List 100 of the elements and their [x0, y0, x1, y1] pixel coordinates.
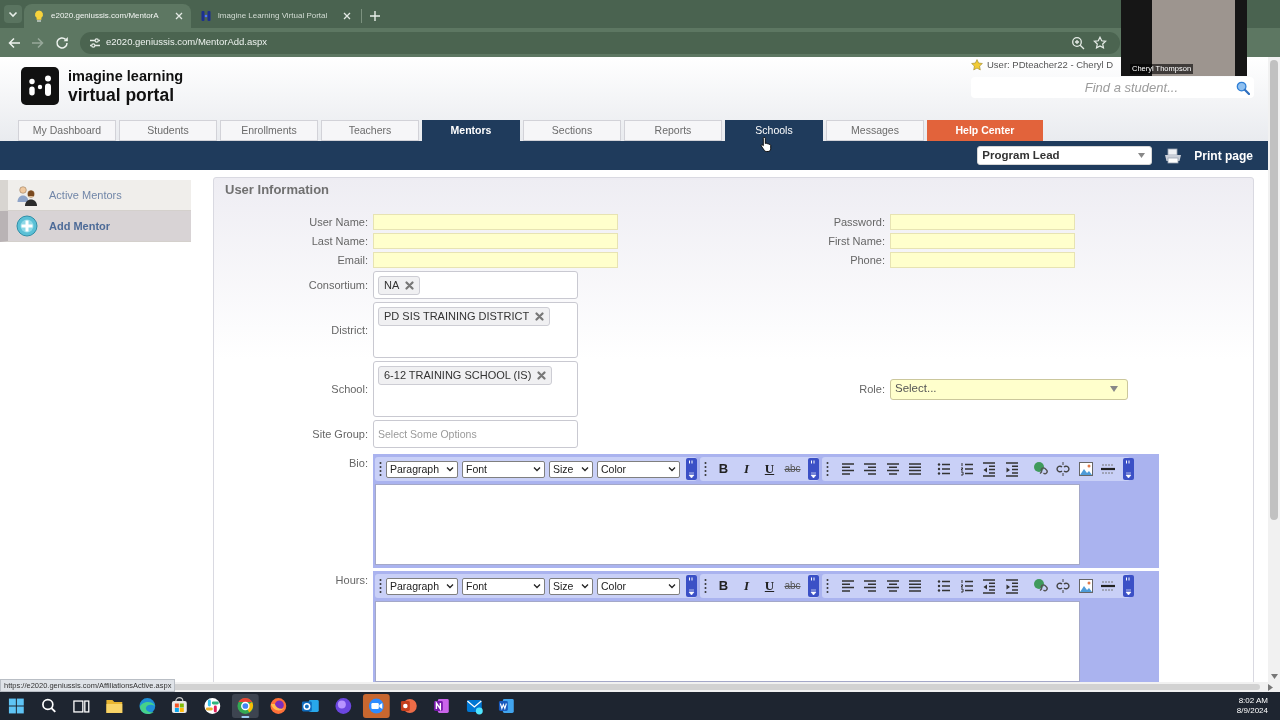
- toolbar-dropdown[interactable]: Font: [462, 460, 545, 478]
- toolbar-dropdown[interactable]: Font: [462, 577, 545, 595]
- user-role-dropdown[interactable]: Program Lead: [977, 146, 1153, 165]
- toolbar-dropdown[interactable]: Paragraph: [386, 460, 458, 478]
- plus-icon[interactable]: [370, 11, 381, 21]
- browser-tab[interactable]: e2020.geniussis.com/MentorA: [24, 4, 191, 28]
- italic-button[interactable]: I: [736, 576, 757, 596]
- unlink-icon[interactable]: [1055, 461, 1071, 477]
- scroll-right-arrow-icon[interactable]: [1268, 683, 1273, 691]
- bold-button[interactable]: B: [713, 576, 734, 596]
- text-field[interactable]: [890, 252, 1075, 268]
- toolbar-dropdown[interactable]: Size: [549, 460, 593, 478]
- image-icon[interactable]: [1077, 461, 1094, 477]
- outdent-icon[interactable]: [981, 461, 997, 477]
- text-field[interactable]: [373, 252, 618, 268]
- close-icon[interactable]: [405, 281, 415, 290]
- bookmark-star-icon[interactable]: [1093, 35, 1107, 50]
- nav-tab[interactable]: Mentors: [422, 120, 520, 141]
- strikethrough-button[interactable]: abc: [782, 576, 803, 596]
- toolbar-overflow-icon[interactable]: [1122, 575, 1134, 597]
- bold-button[interactable]: B: [713, 459, 734, 479]
- toolbar-overflow-icon[interactable]: [808, 458, 819, 480]
- multi-select-field[interactable]: 6-12 TRAINING SCHOOL (IS): [373, 361, 578, 417]
- underline-button[interactable]: U: [759, 576, 780, 596]
- italic-button[interactable]: I: [736, 459, 757, 479]
- multi-select-field[interactable]: PD SIS TRAINING DISTRICT: [373, 302, 578, 358]
- align-right-icon[interactable]: [862, 578, 878, 594]
- bullet-list-icon[interactable]: [936, 578, 952, 594]
- close-icon[interactable]: [535, 312, 545, 321]
- align-center-icon[interactable]: [884, 578, 901, 594]
- text-field[interactable]: [373, 214, 618, 230]
- sidebar-item[interactable]: Add Mentor: [0, 211, 191, 242]
- grip-icon[interactable]: [379, 461, 382, 477]
- field-label: District:: [331, 323, 368, 337]
- indent-icon[interactable]: [1003, 461, 1020, 477]
- scrollbar-thumb[interactable]: [1270, 60, 1278, 520]
- nav-tab[interactable]: Sections: [523, 120, 621, 141]
- outdent-icon[interactable]: [981, 578, 997, 594]
- logo-icon: [21, 67, 59, 105]
- zoom-in-icon[interactable]: [1071, 35, 1085, 50]
- nav-tab[interactable]: Students: [119, 120, 217, 141]
- bullet-list-icon[interactable]: [936, 461, 952, 477]
- link-icon[interactable]: [1032, 461, 1049, 477]
- align-left-icon[interactable]: [839, 578, 856, 594]
- grip-icon[interactable]: [704, 461, 707, 477]
- align-left-icon[interactable]: [839, 461, 856, 477]
- text-field[interactable]: [373, 233, 618, 249]
- toolbar-overflow-icon[interactable]: [1122, 458, 1134, 480]
- grip-icon[interactable]: [704, 578, 707, 594]
- toolbar-dropdown[interactable]: Color: [597, 577, 680, 595]
- field-label: Consortium:: [308, 278, 368, 292]
- chip-label: PD SIS TRAINING DISTRICT: [384, 310, 530, 323]
- scroll-down-arrow-icon[interactable]: [1270, 674, 1278, 679]
- horizontal-rule-icon[interactable]: [1100, 461, 1116, 477]
- grip-icon[interactable]: [379, 578, 382, 594]
- link-icon[interactable]: [1032, 578, 1049, 594]
- toolbar-overflow-icon[interactable]: [686, 575, 697, 597]
- reload-icon[interactable]: [55, 35, 69, 50]
- printer-icon: [1163, 147, 1184, 164]
- justify-icon[interactable]: [907, 461, 923, 477]
- nav-tab[interactable]: Teachers: [321, 120, 419, 141]
- back-arrow-icon[interactable]: [7, 35, 21, 50]
- text-field[interactable]: [890, 233, 1075, 249]
- toolbar-overflow-icon[interactable]: [808, 575, 819, 597]
- role-select[interactable]: Select...: [890, 378, 1128, 400]
- toolbar-overflow-icon[interactable]: [686, 458, 697, 480]
- close-icon[interactable]: [537, 371, 547, 380]
- indent-icon[interactable]: [1003, 578, 1020, 594]
- numbered-list-icon[interactable]: [958, 578, 975, 594]
- nav-tab[interactable]: Enrollments: [220, 120, 318, 141]
- nav-tab[interactable]: Messages: [826, 120, 924, 141]
- nav-tab[interactable]: My Dashboard: [18, 120, 116, 141]
- numbered-list-icon[interactable]: [958, 461, 975, 477]
- text-field[interactable]: [890, 214, 1075, 230]
- chevron-down-icon: [533, 583, 541, 589]
- clock-date: 8/9/2024: [1236, 706, 1268, 716]
- toolbar-dropdown[interactable]: Size: [549, 577, 593, 595]
- chevron-down-icon[interactable]: [4, 5, 22, 23]
- address-bar[interactable]: e2020.geniussis.com/MentorAdd.aspx: [80, 31, 1120, 54]
- print-button[interactable]: Print page: [1163, 146, 1253, 165]
- field-label: Bio:: [349, 457, 368, 470]
- vertical-scrollbar[interactable]: [1268, 57, 1280, 682]
- align-right-icon[interactable]: [862, 461, 878, 477]
- site-info-icon[interactable]: [89, 36, 101, 49]
- align-center-icon[interactable]: [884, 461, 901, 477]
- multi-select-field[interactable]: NA: [373, 271, 578, 299]
- unlink-icon[interactable]: [1055, 578, 1071, 594]
- grip-icon[interactable]: [826, 578, 829, 594]
- grip-icon[interactable]: [826, 461, 829, 477]
- justify-icon[interactable]: [907, 578, 923, 594]
- toolbar-dropdown[interactable]: Color: [597, 460, 680, 478]
- clock-time: 8:02 AM: [1238, 696, 1268, 706]
- strikethrough-button[interactable]: abc: [782, 459, 803, 479]
- nav-tab[interactable]: Reports: [624, 120, 722, 141]
- browser-tab[interactable]: Imagine Learning Virtual Portal: [190, 4, 360, 28]
- image-icon[interactable]: [1077, 578, 1094, 594]
- toolbar-dropdown[interactable]: Paragraph: [386, 577, 458, 595]
- underline-button[interactable]: U: [759, 459, 780, 479]
- horizontal-rule-icon[interactable]: [1100, 578, 1116, 594]
- people-icon: [16, 184, 38, 206]
